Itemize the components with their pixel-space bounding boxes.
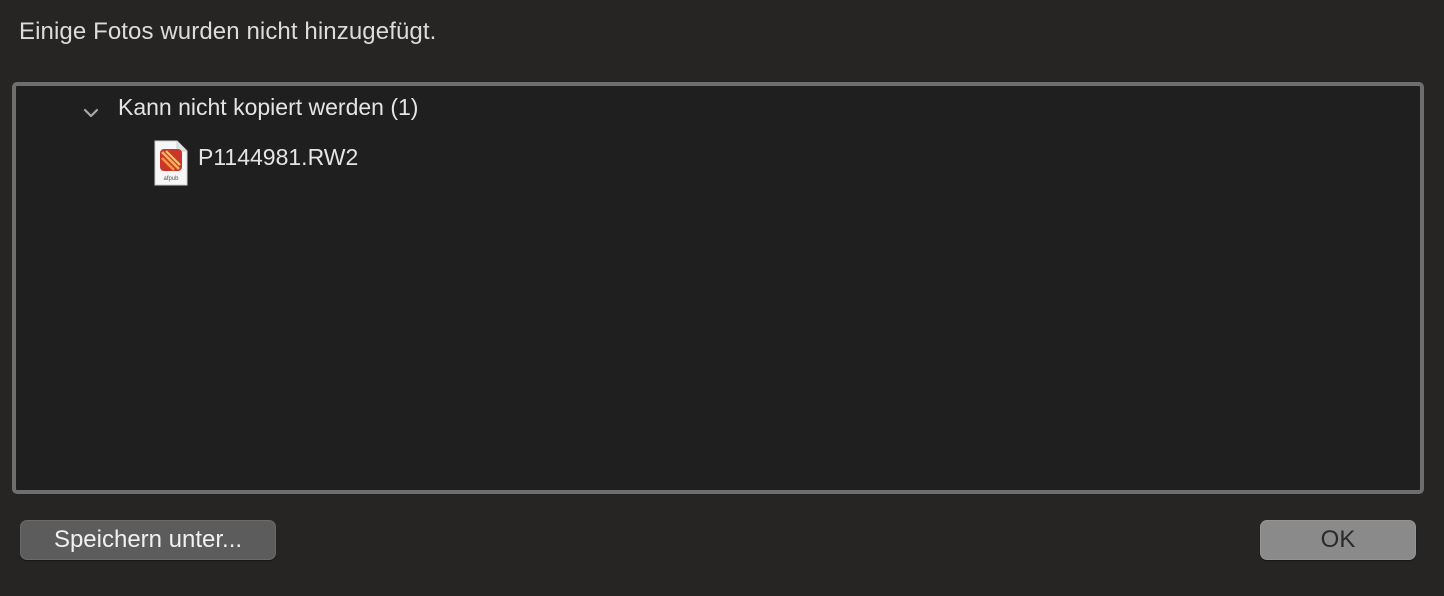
icon-caption: afpub	[163, 176, 179, 182]
dialog-message: Einige Fotos wurden nicht hinzugefügt.	[19, 18, 437, 45]
error-dialog: Einige Fotos wurden nicht hinzugefügt. K…	[0, 0, 1444, 596]
list-item[interactable]: afpub P1144981.RW2	[16, 136, 1420, 188]
save-as-button[interactable]: Speichern unter...	[20, 520, 276, 560]
error-list[interactable]: Kann nicht kopiert werden (1) afpub P114…	[12, 82, 1424, 494]
group-label: Kann nicht kopiert werden (1)	[118, 94, 419, 120]
ok-button[interactable]: OK	[1260, 520, 1416, 560]
afpub-document-icon: afpub	[154, 140, 188, 186]
chevron-down-icon[interactable]	[82, 106, 100, 120]
file-name: P1144981.RW2	[198, 144, 359, 170]
group-row-cannot-copy[interactable]: Kann nicht kopiert werden (1)	[16, 86, 1420, 132]
